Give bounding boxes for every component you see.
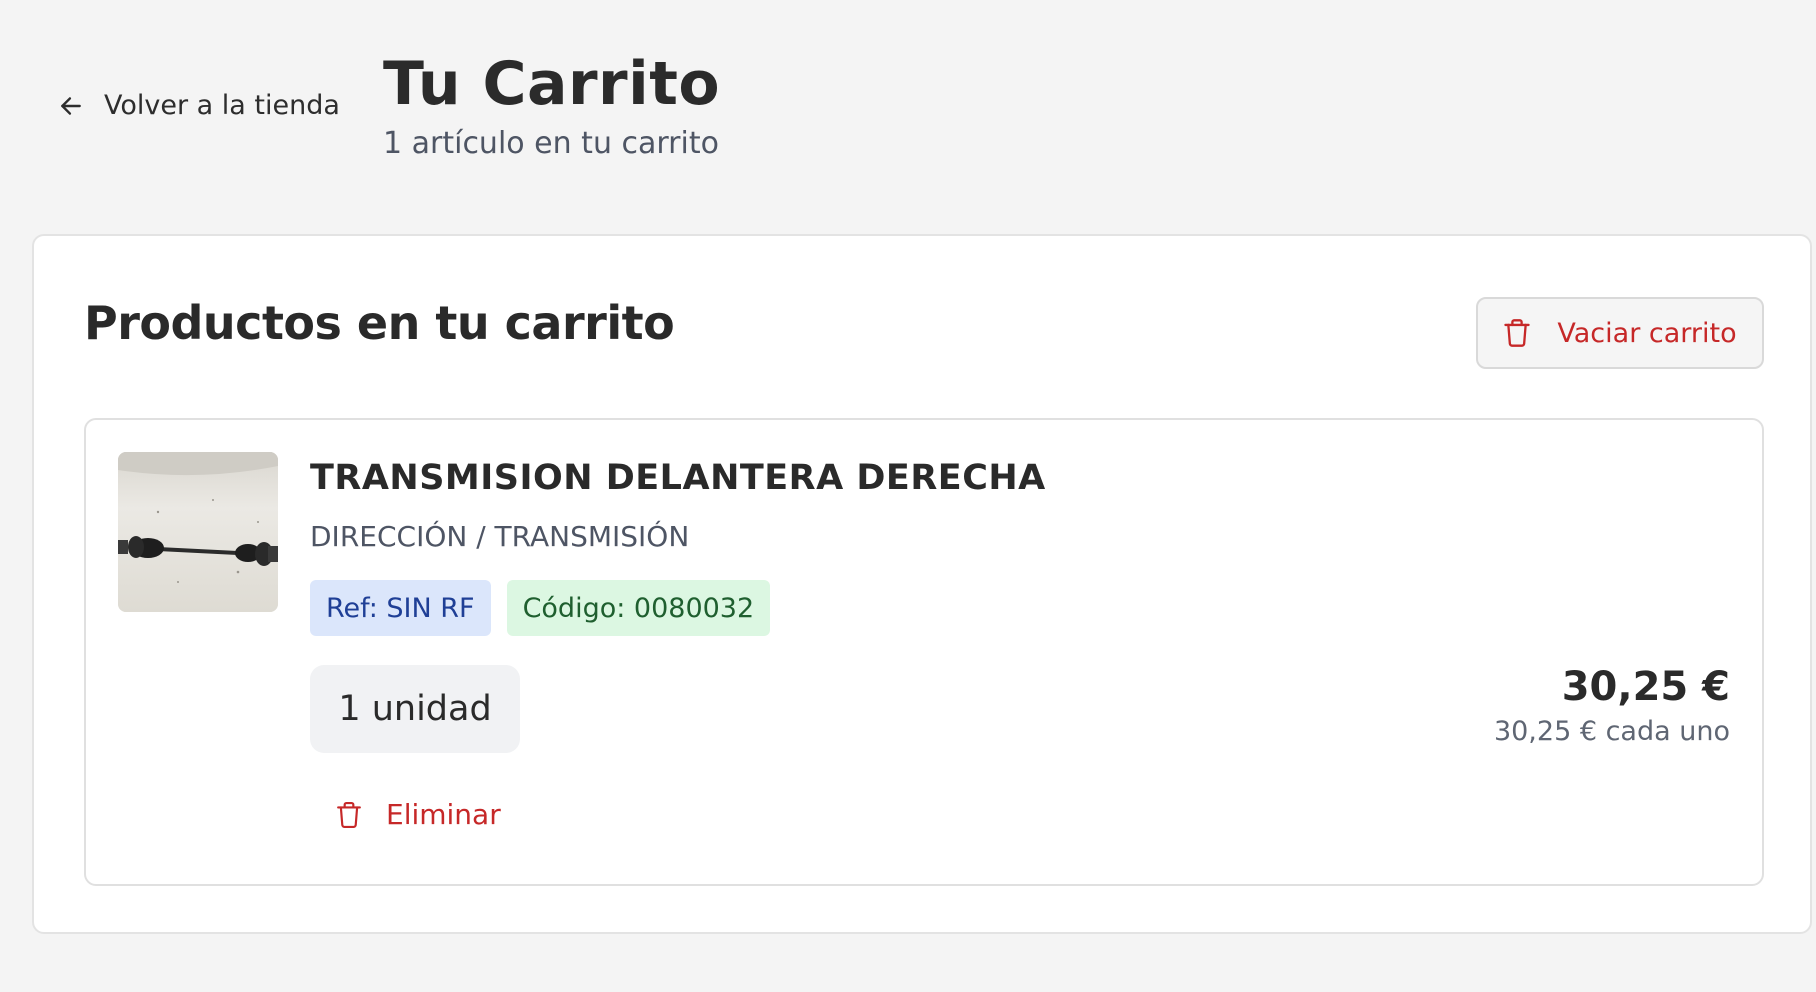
quantity-display: 1 unidad xyxy=(310,665,520,753)
unit-price: 30,25 € cada uno xyxy=(1493,716,1730,747)
cart-item: TRANSMISION DELANTERA DERECHA DIRECCIÓN … xyxy=(84,418,1764,886)
price-block: 30,25 € 30,25 € cada uno xyxy=(1494,662,1730,747)
clear-cart-label[interactable]: Vaciar carrito xyxy=(1557,318,1736,349)
back-link-label[interactable]: Volver a la tienda xyxy=(104,90,340,121)
ref-badge: Ref: SIN RF xyxy=(310,580,491,636)
product-name[interactable]: TRANSMISION DELANTERA DERECHA xyxy=(310,458,1046,498)
clear-cart-button[interactable]: Vaciar carrito xyxy=(1476,297,1764,369)
trash-icon xyxy=(336,800,362,830)
page-header: Volver a la tienda Tu Carrito 1 artículo… xyxy=(0,0,1816,230)
drive-shaft-photo xyxy=(118,452,278,612)
item-count-subtitle: 1 artículo en tu carrito xyxy=(383,126,719,161)
product-image[interactable] xyxy=(118,452,278,612)
remove-item-label[interactable]: Eliminar xyxy=(386,798,501,831)
code-badge: Código: 0080032 xyxy=(506,580,771,636)
back-to-store-link[interactable]: Volver a la tienda xyxy=(58,90,340,121)
line-total-price: 30,25 € xyxy=(1561,664,1730,710)
page-title: Tu Carrito xyxy=(383,49,721,119)
cart-section-title: Productos en tu carrito xyxy=(84,296,675,350)
cart-card: Productos en tu carrito Vaciar carrito T… xyxy=(32,234,1812,934)
trash-icon xyxy=(1503,318,1531,348)
remove-item-button[interactable]: Eliminar xyxy=(336,798,501,831)
product-tags: Ref: SIN RF Código: 0080032 xyxy=(310,580,771,636)
product-category: DIRECCIÓN / TRANSMISIÓN xyxy=(310,520,690,553)
arrow-left-icon xyxy=(58,93,84,119)
title-block: Tu Carrito 1 artículo en tu carrito xyxy=(383,44,720,161)
